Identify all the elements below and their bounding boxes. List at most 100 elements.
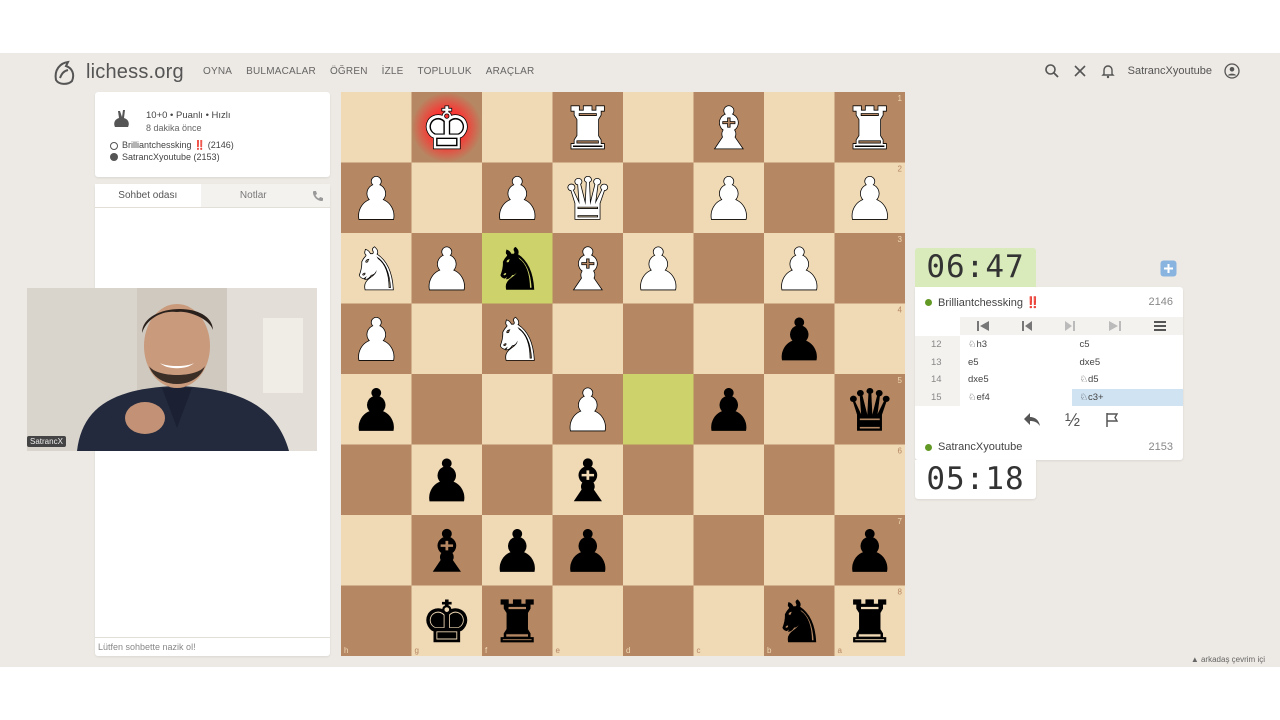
square-a3[interactable] bbox=[834, 233, 906, 304]
white-queen-e2[interactable]: ♛ bbox=[561, 164, 614, 234]
black-pawn-g6[interactable]: ♟ bbox=[421, 447, 473, 516]
square-g5[interactable] bbox=[411, 374, 483, 445]
bell-icon[interactable] bbox=[1100, 63, 1116, 79]
white-move[interactable]: dxe5 bbox=[960, 371, 1072, 389]
black-knight-b8[interactable]: ♞ bbox=[773, 588, 825, 656]
square-f5[interactable] bbox=[482, 374, 553, 445]
tab-chat-room[interactable]: Sohbet odası bbox=[95, 184, 201, 207]
white-pawn-a2[interactable]: ♟ bbox=[843, 164, 896, 234]
player-white[interactable]: Brilliantchessking ‼️ (2146) bbox=[110, 140, 234, 151]
square-c3[interactable] bbox=[693, 233, 765, 304]
white-bishop-c1[interactable]: ♝ bbox=[702, 94, 755, 164]
white-move[interactable]: e5 bbox=[960, 354, 1072, 372]
white-move[interactable]: ♘ef4 bbox=[960, 389, 1072, 407]
square-e4[interactable] bbox=[552, 303, 624, 375]
search-icon[interactable] bbox=[1044, 63, 1060, 79]
square-d7[interactable] bbox=[623, 515, 694, 586]
square-g4[interactable] bbox=[411, 303, 483, 375]
white-pawn-h4[interactable]: ♟ bbox=[350, 305, 403, 375]
nav-learn[interactable]: ÖĞREN bbox=[330, 66, 368, 77]
menu-icon[interactable] bbox=[1154, 321, 1167, 331]
black-king-g8[interactable]: ♚ bbox=[421, 588, 473, 656]
black-pawn-f7[interactable]: ♟ bbox=[491, 517, 543, 586]
square-b7[interactable] bbox=[764, 515, 835, 586]
black-pawn-c5[interactable]: ♟ bbox=[703, 376, 755, 445]
nav-puzzles[interactable]: BULMACALAR bbox=[246, 66, 316, 77]
square-c8[interactable] bbox=[693, 585, 765, 657]
square-d1[interactable] bbox=[623, 92, 694, 163]
bottom-player-row[interactable]: SatrancXyoutube 2153 bbox=[915, 434, 1183, 460]
nav-play[interactable]: OYNA bbox=[203, 66, 232, 77]
square-d4[interactable] bbox=[623, 303, 694, 375]
black-bishop-e6[interactable]: ♝ bbox=[562, 447, 614, 516]
square-d8[interactable] bbox=[623, 585, 694, 657]
takeback-icon[interactable] bbox=[1023, 412, 1041, 428]
nav-watch[interactable]: İZLE bbox=[382, 66, 404, 77]
next-move-icon[interactable] bbox=[1065, 321, 1076, 331]
square-f6[interactable] bbox=[482, 444, 553, 516]
white-move[interactable]: ♘h3 bbox=[960, 336, 1072, 354]
top-player-row[interactable]: Brilliantchessking ‼️ 2146 bbox=[915, 289, 1183, 315]
black-bishop-g7[interactable]: ♝ bbox=[421, 517, 473, 586]
white-pawn-g3[interactable]: ♟ bbox=[420, 235, 473, 305]
player-black[interactable]: SatrancXyoutube (2153) bbox=[110, 152, 220, 162]
friends-online[interactable]: ▲ arkadaş çevrim içi bbox=[1191, 655, 1265, 664]
square-h8[interactable] bbox=[341, 585, 412, 657]
username-menu[interactable]: SatrancXyoutube bbox=[1128, 65, 1212, 77]
white-pawn-h2[interactable]: ♟ bbox=[350, 164, 403, 234]
nav-tools[interactable]: ARAÇLAR bbox=[486, 66, 535, 77]
square-g2[interactable] bbox=[411, 162, 483, 234]
black-pawn-h5[interactable]: ♟ bbox=[350, 376, 402, 445]
challenge-swords-icon[interactable] bbox=[1072, 63, 1088, 79]
chat-input[interactable]: Lütfen sohbette nazik ol! bbox=[95, 637, 330, 656]
square-f1[interactable] bbox=[482, 92, 553, 163]
white-bishop-e3[interactable]: ♝ bbox=[561, 235, 614, 305]
square-h1[interactable] bbox=[341, 92, 412, 163]
white-king-g1[interactable]: ♚ bbox=[420, 94, 473, 164]
white-pawn-d3[interactable]: ♟ bbox=[632, 235, 685, 305]
square-b5[interactable] bbox=[764, 374, 835, 445]
black-move[interactable]: ♘c3+ bbox=[1071, 388, 1183, 406]
black-rook-f8[interactable]: ♜ bbox=[491, 588, 543, 656]
square-a6[interactable] bbox=[834, 444, 906, 516]
square-d6[interactable] bbox=[623, 444, 694, 516]
white-pawn-b3[interactable]: ♟ bbox=[773, 235, 826, 305]
square-c7[interactable] bbox=[693, 515, 765, 586]
square-h7[interactable] bbox=[341, 515, 412, 586]
square-b1[interactable] bbox=[764, 92, 835, 163]
square-b6[interactable] bbox=[764, 444, 835, 516]
square-c6[interactable] bbox=[693, 444, 765, 516]
black-rook-a8[interactable]: ♜ bbox=[844, 588, 896, 656]
square-d2[interactable] bbox=[623, 162, 694, 234]
board-svg[interactable]: 12345678h g f e d c b a♜♝♜♚♟♟♛♟♟♟♟♝♞♟♞♞♟ ♟♛♟♟♟♝♟… bbox=[341, 92, 905, 656]
black-move[interactable]: dxe5 bbox=[1072, 354, 1184, 372]
white-knight-h3[interactable]: ♞ bbox=[350, 235, 403, 305]
black-move[interactable]: c5 bbox=[1072, 336, 1184, 354]
prev-move-icon[interactable] bbox=[1022, 321, 1033, 331]
tab-notes[interactable]: Notlar bbox=[201, 184, 307, 207]
first-move-icon[interactable] bbox=[976, 321, 989, 331]
square-d5[interactable] bbox=[623, 374, 694, 445]
black-pawn-b4[interactable]: ♟ bbox=[773, 306, 825, 375]
chess-board[interactable]: 1 2 3 4 5 6 7 8 h g f e d c b a ♜ ♝ ♜ ♚ ♟ ♟ ♛ ♟ ♟ ♟ ♟ ♝ ♞ ♟ ♞ ♞ ♟ ♟ ♛ ♟ ♟ ♟ ♝ ♟… bbox=[341, 92, 905, 656]
black-pawn-a7[interactable]: ♟ bbox=[844, 517, 896, 586]
black-move[interactable]: ♘d5 bbox=[1072, 371, 1184, 389]
black-knight-f3[interactable]: ♞ bbox=[491, 235, 543, 304]
white-rook-e1[interactable]: ♜ bbox=[561, 94, 614, 164]
resign-flag-icon[interactable] bbox=[1104, 412, 1120, 428]
white-pawn-f2[interactable]: ♟ bbox=[491, 164, 544, 234]
square-a4[interactable] bbox=[834, 303, 906, 375]
square-c4[interactable] bbox=[693, 303, 765, 375]
site-logo[interactable]: lichess.org bbox=[50, 58, 184, 86]
last-move-icon[interactable] bbox=[1108, 321, 1121, 331]
white-pawn-c2[interactable]: ♟ bbox=[702, 164, 755, 234]
offer-draw-button[interactable]: ½ bbox=[1065, 410, 1080, 431]
white-rook-a1[interactable]: ♜ bbox=[843, 94, 896, 164]
black-pawn-e7[interactable]: ♟ bbox=[562, 517, 614, 586]
black-queen-a5[interactable]: ♛ bbox=[844, 376, 896, 445]
square-e8[interactable] bbox=[552, 585, 624, 657]
voice-call-button[interactable] bbox=[306, 184, 330, 207]
white-knight-f4[interactable]: ♞ bbox=[491, 305, 544, 375]
square-h6[interactable] bbox=[341, 444, 412, 516]
user-avatar-icon[interactable] bbox=[1224, 63, 1240, 79]
